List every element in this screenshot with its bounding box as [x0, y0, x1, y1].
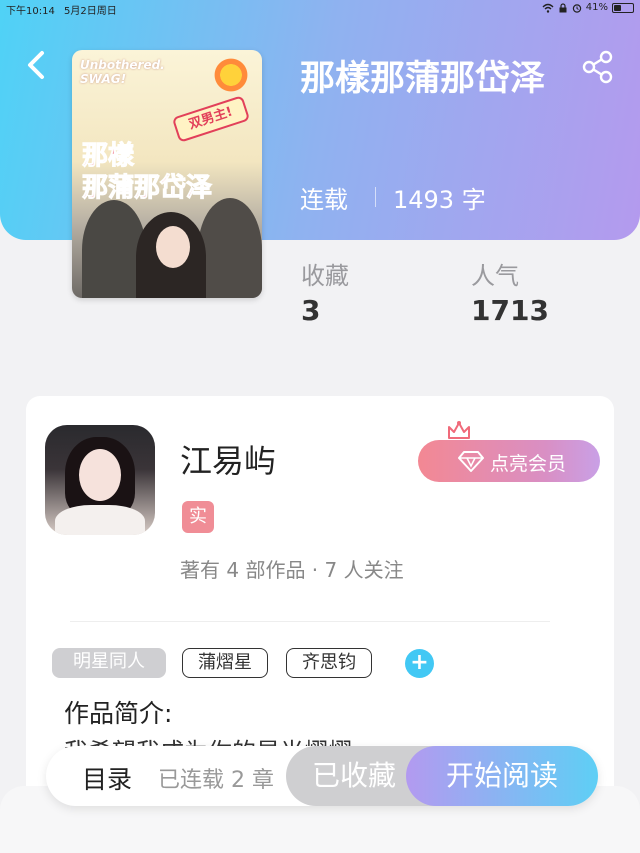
status-divider [375, 187, 376, 207]
avatar-face [79, 449, 121, 501]
book-word-count: 1493 字 [393, 186, 486, 214]
flower-sticker [212, 56, 250, 94]
book-title: 那樣那蒲那岱泽 [300, 59, 546, 99]
book-cover[interactable]: Unbothered. SWAG! 双男主! 那樣 那蒲那岱泽 [72, 50, 262, 298]
cover-badge: 双男主! [171, 95, 251, 143]
chapter-count[interactable]: 已连载 2 章 [158, 762, 274, 794]
alarm-icon [572, 3, 581, 13]
plus-icon: + [410, 650, 429, 675]
start-reading-button[interactable]: 开始阅读 [406, 746, 598, 806]
card-divider [70, 621, 550, 622]
popularity-label: 人气 [471, 262, 519, 290]
status-time: 下午10:14 [6, 6, 55, 17]
chevron-left-icon [28, 51, 44, 79]
crown-icon [448, 421, 470, 439]
status-date: 5月2日周日 [64, 6, 117, 17]
status-bar: 下午10:14 5月2日周日 41% [0, 0, 640, 18]
favorites-value: 3 [301, 294, 321, 327]
verified-badge: 实 [182, 501, 214, 533]
share-button[interactable] [580, 50, 616, 84]
cover-slogan-line-2: SWAG! [80, 72, 127, 86]
cover-title-line-1: 那樣 [82, 141, 135, 172]
vip-button[interactable]: 点亮会员 [418, 440, 600, 482]
diamond-icon [458, 451, 484, 472]
cover-figure-right [198, 198, 262, 298]
intro-title: 作品简介: [64, 699, 173, 728]
popularity-value: 1713 [471, 294, 549, 327]
tag-item[interactable]: 蒲熠星 [182, 648, 268, 678]
status-right: 41% [542, 2, 634, 13]
status-left: 下午10:14 5月2日周日 [6, 2, 123, 17]
add-tag-button[interactable]: + [405, 649, 434, 678]
tag-category[interactable]: 明星同人 [52, 648, 166, 678]
battery-percent: 41% [585, 2, 608, 13]
author-meta: 著有 4 部作品 · 7 人关注 [180, 558, 404, 582]
author-avatar[interactable] [45, 425, 155, 535]
back-button[interactable] [22, 48, 52, 82]
wifi-icon [542, 3, 554, 13]
toc-button[interactable]: 目录 [82, 760, 132, 796]
battery-icon [612, 2, 634, 13]
battery-fill [614, 4, 622, 11]
avatar-dress [55, 505, 145, 535]
book-status: 连载 [300, 186, 348, 214]
vip-button-label: 点亮会员 [490, 453, 567, 475]
cover-slogan: Unbothered. SWAG! [80, 58, 165, 86]
cover-title: 那樣 那蒲那岱泽 [82, 140, 257, 204]
lock-icon [559, 2, 567, 12]
author-name[interactable]: 江易屿 [180, 436, 276, 482]
tag-item[interactable]: 齐思钧 [286, 648, 372, 678]
share-icon [582, 50, 613, 84]
cover-figure-face [156, 226, 190, 268]
favorites-label: 收藏 [301, 262, 349, 290]
cover-slogan-line-1: Unbothered. [80, 58, 165, 72]
